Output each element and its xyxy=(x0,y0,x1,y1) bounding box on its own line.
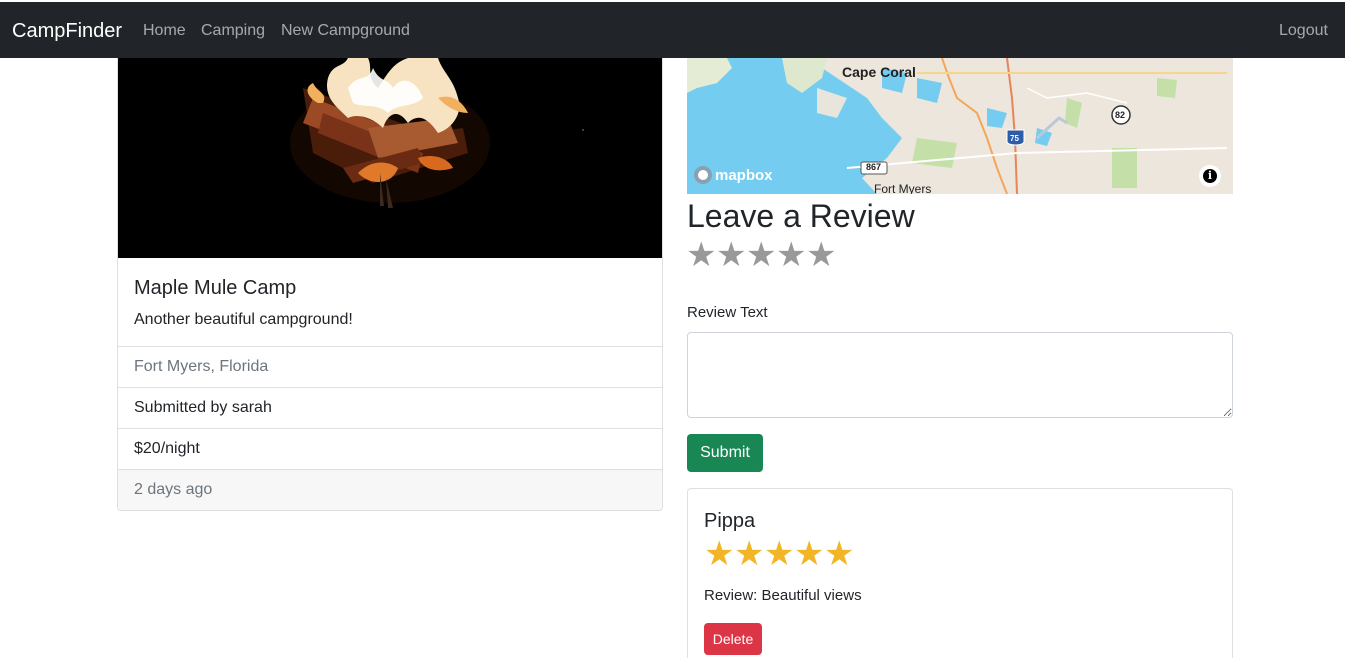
star-icon[interactable]: ★ xyxy=(776,238,806,272)
nav-camping-link[interactable]: Camping xyxy=(201,21,265,41)
campground-location: Fort Myers, Florida xyxy=(134,358,269,375)
star-icon[interactable]: ★ xyxy=(746,238,776,272)
map-label-hwy-75: 75 xyxy=(1010,134,1019,143)
map-label-hwy-867: 867 xyxy=(866,162,882,172)
campground-description: Another beautiful campground! xyxy=(134,311,353,328)
review-text-input[interactable] xyxy=(687,332,1233,418)
mapbox-logo[interactable]: mapbox xyxy=(694,166,773,184)
leave-review-heading: Leave a Review xyxy=(687,198,915,234)
star-icon[interactable]: ★ xyxy=(806,238,836,272)
review-text: Review: Beautiful views xyxy=(704,587,862,604)
nav-home-link[interactable]: Home xyxy=(143,21,186,41)
star-icon: ★ xyxy=(734,535,765,573)
campground-image xyxy=(118,58,662,258)
campground-author: Submitted by sarah xyxy=(134,399,272,416)
star-icon: ★ xyxy=(794,535,825,573)
info-glyph: i xyxy=(1203,169,1217,183)
submit-review-button[interactable]: Submit xyxy=(687,434,763,472)
star-icon: ★ xyxy=(764,535,795,573)
map-info-icon[interactable]: i xyxy=(1199,165,1221,187)
campground-map[interactable]: Cape Coral Fort Myers 867 82 75 mapbox i xyxy=(687,58,1233,194)
campground-title: Maple Mule Camp xyxy=(134,277,297,299)
nav-new-campground-link[interactable]: New Campground xyxy=(281,21,410,41)
star-icon: ★ xyxy=(824,535,855,573)
map-label-hwy-82: 82 xyxy=(1115,110,1126,120)
location-item: Fort Myers, Florida xyxy=(118,346,662,387)
star-icon[interactable]: ★ xyxy=(686,238,716,272)
rating-input[interactable]: ★ ★ ★ ★ ★ xyxy=(686,238,836,272)
star-icon[interactable]: ★ xyxy=(716,238,746,272)
review-card: Pippa ★ ★ ★ ★ ★ Review: Beautiful views Dele… xyxy=(687,488,1233,658)
review-text-label: Review Text xyxy=(687,304,768,321)
price-item: $20/night xyxy=(118,428,662,469)
mapbox-logo-icon xyxy=(694,166,712,184)
campground-posted: 2 days ago xyxy=(134,481,213,498)
card-footer: 2 days ago xyxy=(118,469,662,510)
review-author: Pippa xyxy=(704,510,756,532)
mapbox-logo-text: mapbox xyxy=(715,166,773,184)
map-label-cape-coral: Cape Coral xyxy=(842,64,916,80)
delete-review-button[interactable]: Delete xyxy=(704,623,762,655)
navbar: CampFinder Home Camping New Campground L… xyxy=(0,2,1345,58)
logout-link[interactable]: Logout xyxy=(1279,21,1328,41)
card-body: Maple Mule Camp Another beautiful campgr… xyxy=(118,258,662,347)
author-item: Submitted by sarah xyxy=(118,387,662,428)
campground-card: Maple Mule Camp Another beautiful campgr… xyxy=(117,58,663,511)
star-icon: ★ xyxy=(704,535,735,573)
map-label-fort-myers: Fort Myers xyxy=(874,182,932,194)
campground-price: $20/night xyxy=(134,440,200,457)
review-rating: ★ ★ ★ ★ ★ xyxy=(704,537,854,571)
brand-link[interactable]: CampFinder xyxy=(12,19,122,43)
campfire-image xyxy=(118,58,662,258)
